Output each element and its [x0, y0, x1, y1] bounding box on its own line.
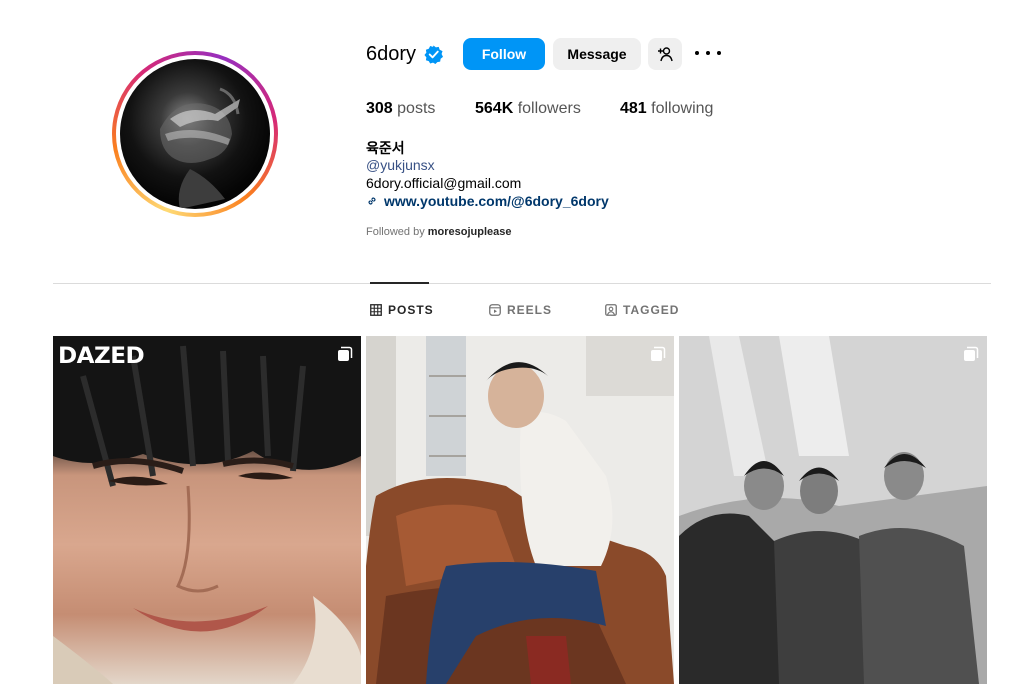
following-count-label: following	[651, 100, 714, 117]
message-button[interactable]: Message	[553, 38, 641, 70]
multiple-images-icon	[338, 346, 353, 361]
following-link[interactable]: 481 following	[620, 100, 713, 118]
add-person-icon	[658, 47, 673, 62]
grid-icon	[370, 304, 382, 316]
followed-by[interactable]: Followed by moresojuplease	[366, 226, 512, 238]
suggested-accounts-button[interactable]	[648, 38, 682, 70]
tab-tagged-label: TAGGED	[623, 303, 680, 317]
multiple-images-icon	[964, 346, 979, 361]
followers-count-value: 564K	[475, 100, 514, 117]
avatar[interactable]	[120, 59, 270, 209]
following-count-value: 481	[620, 100, 647, 117]
post-thumbnail-3[interactable]	[679, 336, 987, 684]
multiple-images-icon	[651, 346, 666, 361]
posts-count: 308 posts	[366, 100, 435, 118]
profile-full-name: 육준서	[366, 141, 405, 157]
verified-badge-icon	[424, 45, 443, 64]
bio-email: 6dory.official@gmail.com	[366, 175, 522, 191]
tab-reels[interactable]: REELS	[489, 303, 552, 317]
active-tab-indicator	[370, 282, 429, 284]
tab-posts[interactable]: POSTS	[370, 303, 434, 317]
post-image-2	[366, 336, 674, 684]
posts-count-value: 308	[366, 100, 393, 117]
tagged-icon	[605, 304, 617, 316]
tab-tagged[interactable]: TAGGED	[605, 303, 679, 317]
reels-icon	[489, 304, 501, 316]
post-thumbnail-2[interactable]	[366, 336, 674, 684]
post-image-3	[679, 336, 987, 684]
more-options-icon[interactable]	[695, 44, 721, 62]
tab-posts-label: POSTS	[388, 303, 434, 317]
threads-handle-link[interactable]: @yukjunsx	[366, 157, 435, 173]
bio-link-text: www.youtube.com/@6dory_6dory	[384, 193, 609, 209]
tabs-divider	[53, 283, 991, 284]
dazed-logo-overlay: DAZED	[58, 344, 145, 369]
post-thumbnail-1[interactable]: DAZED	[53, 336, 361, 684]
tab-reels-label: REELS	[507, 303, 553, 317]
followed-by-user: moresojuplease	[427, 226, 512, 238]
followers-count-label: followers	[517, 100, 581, 117]
follow-button[interactable]: Follow	[463, 38, 545, 70]
followed-by-prefix: Followed by	[366, 226, 425, 238]
profile-avatar-ring[interactable]	[112, 51, 278, 217]
posts-count-label: posts	[397, 100, 436, 117]
bio-external-link[interactable]: www.youtube.com/@6dory_6dory	[366, 193, 609, 209]
followers-link[interactable]: 564K followers	[475, 100, 581, 118]
post-image-1	[53, 336, 361, 684]
profile-username: 6dory	[366, 43, 417, 65]
avatar-image	[160, 87, 240, 209]
link-icon	[368, 197, 376, 205]
